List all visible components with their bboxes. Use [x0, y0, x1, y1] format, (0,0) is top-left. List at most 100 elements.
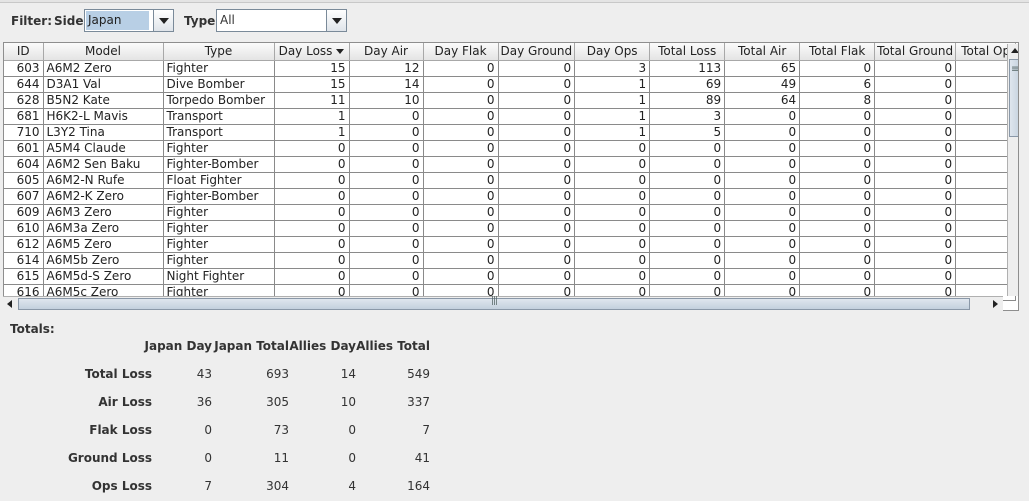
table-row[interactable]: 628 B5N2 Kate Torpedo Bomber 11 10 0 0 1 89 64 8 0	[4, 92, 1017, 109]
losses-table: ID Model Type Day Loss Day Air Day Flak …	[4, 43, 1017, 301]
table-cell: 0	[874, 204, 957, 221]
type-select[interactable]: All	[216, 9, 347, 32]
table-cell: 0	[799, 204, 876, 221]
table-cell: 615	[4, 268, 44, 285]
table-cell: 0	[498, 92, 576, 109]
table-cell: 15	[274, 60, 350, 77]
table-cell: Transport	[163, 108, 275, 125]
table-cell: 612	[4, 236, 44, 253]
column-header-type[interactable]: Type	[163, 43, 275, 61]
table-cell: Fighter	[163, 220, 275, 237]
column-header-day-flak[interactable]: Day Flak	[423, 43, 499, 61]
table-cell: 609	[4, 204, 44, 221]
table-cell: 11	[274, 92, 350, 109]
table-cell: A6M2 Zero	[43, 60, 164, 77]
totals-row-label: Total Loss	[84, 367, 152, 381]
table-cell: 0	[574, 188, 651, 205]
horizontal-scrollbar[interactable]	[3, 296, 1003, 311]
column-header-id[interactable]: ID	[4, 43, 44, 61]
table-cell: 0	[498, 220, 576, 237]
table-row[interactable]: 610 A6M3a Zero Fighter 0 0 0 0 0 0 0 0 0	[4, 220, 1017, 237]
chevron-down-icon[interactable]	[326, 10, 346, 31]
totals-value: 0	[204, 423, 212, 437]
table-cell: 0	[574, 252, 651, 269]
table-cell: 0	[874, 76, 957, 93]
column-header-day-loss[interactable]: Day Loss	[274, 43, 350, 61]
table-cell: 0	[874, 188, 957, 205]
table-cell: 0	[799, 108, 876, 125]
table-cell: 0	[423, 124, 499, 141]
table-cell: 0	[423, 204, 499, 221]
totals-value: 7	[204, 479, 212, 493]
table-cell: 0	[799, 156, 876, 173]
column-header-day-air[interactable]: Day Air	[349, 43, 424, 61]
filter-bar: Filter: Side: Japan Type: All	[0, 5, 1029, 35]
scroll-up-icon[interactable]	[1008, 44, 1018, 58]
table-cell: 0	[498, 236, 576, 253]
table-row[interactable]: 607 A6M2-K Zero Fighter-Bomber 0 0 0 0 0 0 0 0 0	[4, 188, 1017, 205]
table-cell: A6M5d-S Zero	[43, 268, 164, 285]
table-cell: 0	[498, 124, 576, 141]
table-cell: 0	[574, 236, 651, 253]
table-cell: 15	[274, 76, 350, 93]
table-cell: 0	[874, 220, 957, 237]
chevron-down-icon[interactable]	[153, 10, 173, 31]
table-cell: Fighter	[163, 140, 275, 157]
table-cell: 628	[4, 92, 44, 109]
table-cell: 0	[649, 236, 726, 253]
table-row[interactable]: 681 H6K2-L Mavis Transport 1 0 0 0 1 3 0 0 0	[4, 108, 1017, 125]
table-cell: 710	[4, 124, 44, 141]
table-cell: 8	[799, 92, 876, 109]
table-row[interactable]: 601 A5M4 Claude Fighter 0 0 0 0 0 0 0 0 0	[4, 140, 1017, 157]
table-cell: A6M3a Zero	[43, 220, 164, 237]
table-row[interactable]: 603 A6M2 Zero Fighter 15 12 0 0 3 113 65 0 0	[4, 60, 1017, 77]
column-header-model[interactable]: Model	[43, 43, 164, 61]
table-row[interactable]: 710 L3Y2 Tina Transport 1 0 0 0 1 5 0 0 0	[4, 124, 1017, 141]
totals-value: 11	[273, 451, 289, 465]
table-cell: 0	[274, 236, 350, 253]
table-cell: Fighter	[163, 204, 275, 221]
table-cell: 0	[349, 268, 424, 285]
table-cell: 0	[423, 108, 499, 125]
table-cell: 0	[724, 252, 801, 269]
table-cell: 0	[724, 108, 801, 125]
table-cell: 0	[799, 268, 876, 285]
type-select-value: All	[220, 13, 235, 27]
column-header-total-air[interactable]: Total Air	[724, 43, 801, 61]
table-cell: 0	[274, 172, 350, 189]
table-row[interactable]: 612 A6M5 Zero Fighter 0 0 0 0 0 0 0 0 0	[4, 236, 1017, 253]
side-select[interactable]: Japan	[84, 9, 174, 32]
table-cell: 0	[649, 268, 726, 285]
table-row[interactable]: 605 A6M2-N Rufe Float Fighter 0 0 0 0 0 0 0 0 0	[4, 172, 1017, 189]
table-row[interactable]: 615 A6M5d-S Zero Night Fighter 0 0 0 0 0 0 0 0 0	[4, 268, 1017, 285]
horizontal-scroll-thumb[interactable]	[18, 296, 970, 310]
table-cell: 0	[574, 156, 651, 173]
column-header-total-flak[interactable]: Total Flak	[799, 43, 876, 61]
table-cell: 0	[498, 60, 576, 77]
totals-value: 7	[422, 423, 430, 437]
table-cell: 0	[649, 156, 726, 173]
vertical-scroll-thumb[interactable]	[1009, 59, 1018, 137]
column-header-day-ops[interactable]: Day Ops	[574, 43, 651, 61]
table-cell: Night Fighter	[163, 268, 275, 285]
column-header-day-ground[interactable]: Day Ground	[498, 43, 576, 61]
table-row[interactable]: 609 A6M3 Zero Fighter 0 0 0 0 0 0 0 0 0	[4, 204, 1017, 221]
table-cell: 113	[649, 60, 726, 77]
totals-value: 14	[340, 367, 356, 381]
table-cell: 0	[724, 156, 801, 173]
table-row[interactable]: 644 D3A1 Val Dive Bomber 15 14 0 0 1 69 49 6 0	[4, 76, 1017, 93]
table-cell: 65	[724, 60, 801, 77]
table-cell: 0	[874, 172, 957, 189]
table-row[interactable]: 604 A6M2 Sen Baku Fighter-Bomber 0 0 0 0 0 0 0 0 0	[4, 156, 1017, 173]
table-row[interactable]: 614 A6M5b Zero Fighter 0 0 0 0 0 0 0 0 0	[4, 252, 1017, 269]
column-header-total-ground[interactable]: Total Ground	[874, 43, 957, 61]
vertical-scrollbar[interactable]	[1007, 44, 1018, 296]
table-cell: 0	[724, 140, 801, 157]
top-border	[0, 0, 1029, 3]
table-cell: A5M4 Claude	[43, 140, 164, 157]
table-cell: 0	[874, 156, 957, 173]
table-cell: 0	[874, 268, 957, 285]
table-cell: 0	[649, 220, 726, 237]
table-cell: 0	[498, 156, 576, 173]
column-header-total-loss[interactable]: Total Loss	[649, 43, 726, 61]
